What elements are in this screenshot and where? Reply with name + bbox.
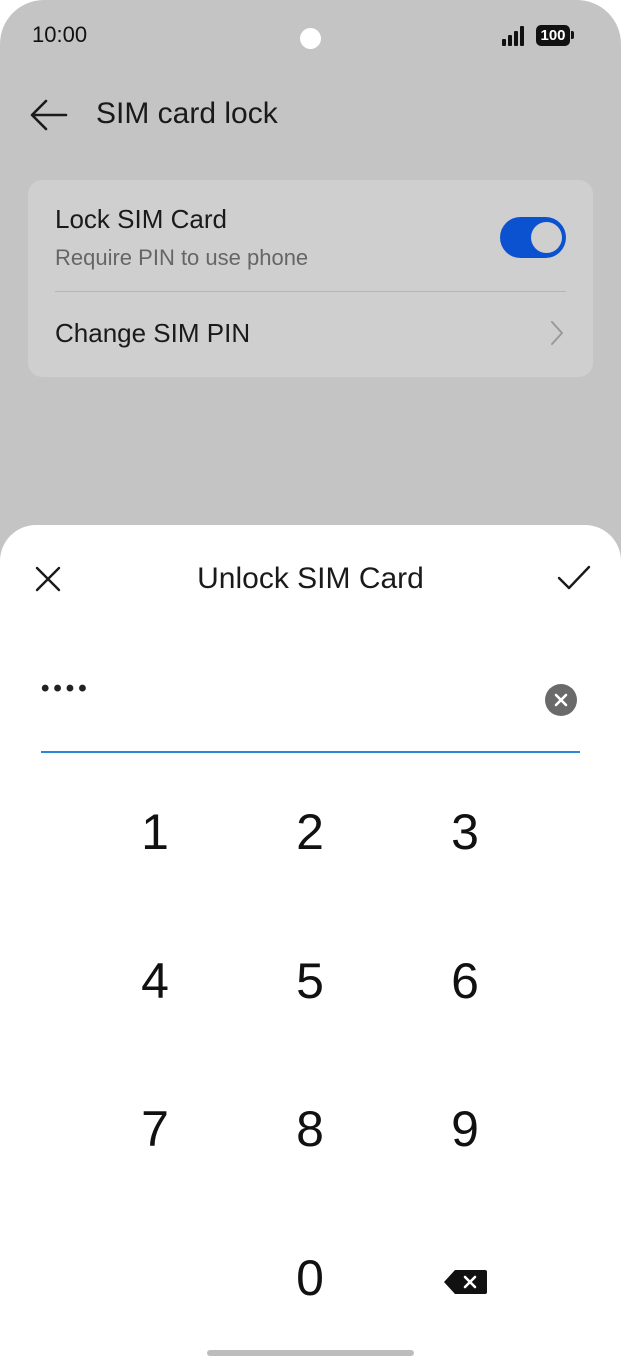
key-0[interactable]: 0 (255, 1233, 365, 1323)
sim-lock-settings-card: Lock SIM Card Require PIN to use phone C… (28, 180, 593, 377)
back-arrow-icon[interactable] (28, 95, 70, 135)
backspace-icon[interactable] (441, 1267, 489, 1297)
change-sim-pin-item[interactable]: Change SIM PIN (55, 318, 250, 349)
toggle-knob (531, 222, 562, 253)
page-title: SIM card lock (96, 97, 278, 130)
key-7[interactable]: 7 (100, 1084, 210, 1174)
camera-cutout (300, 28, 321, 49)
status-time: 10:00 (32, 22, 88, 47)
screen: 10:00 100 SIM card lock Lock SIM Card Re… (0, 0, 621, 1368)
pin-input[interactable]: •••• (41, 675, 481, 715)
chevron-right-icon (548, 319, 566, 347)
battery-nub (571, 31, 574, 39)
clear-input-icon[interactable] (545, 684, 577, 716)
key-2[interactable]: 2 (255, 787, 365, 877)
key-8[interactable]: 8 (255, 1084, 365, 1174)
key-1[interactable]: 1 (100, 787, 210, 877)
lock-sim-subtitle: Require PIN to use phone (55, 245, 309, 270)
lock-sim-toggle[interactable] (500, 217, 566, 258)
key-4[interactable]: 4 (100, 936, 210, 1026)
divider (55, 291, 566, 292)
home-indicator[interactable] (207, 1350, 414, 1356)
input-underline (41, 751, 580, 753)
key-3[interactable]: 3 (410, 787, 520, 877)
key-9[interactable]: 9 (410, 1084, 520, 1174)
dialog-title: Unlock SIM Card (197, 562, 424, 595)
unlock-sim-dialog: Unlock SIM Card •••• 1 2 3 4 5 6 7 8 9 0 (0, 525, 621, 1368)
lock-sim-title: Lock SIM Card (55, 204, 227, 234)
background-settings-page: 10:00 100 SIM card lock Lock SIM Card Re… (0, 0, 621, 560)
key-6[interactable]: 6 (410, 936, 520, 1026)
key-5[interactable]: 5 (255, 936, 365, 1026)
cellular-signal-icon (502, 26, 526, 46)
battery-icon: 100 (536, 25, 570, 46)
checkmark-icon[interactable] (556, 563, 592, 593)
